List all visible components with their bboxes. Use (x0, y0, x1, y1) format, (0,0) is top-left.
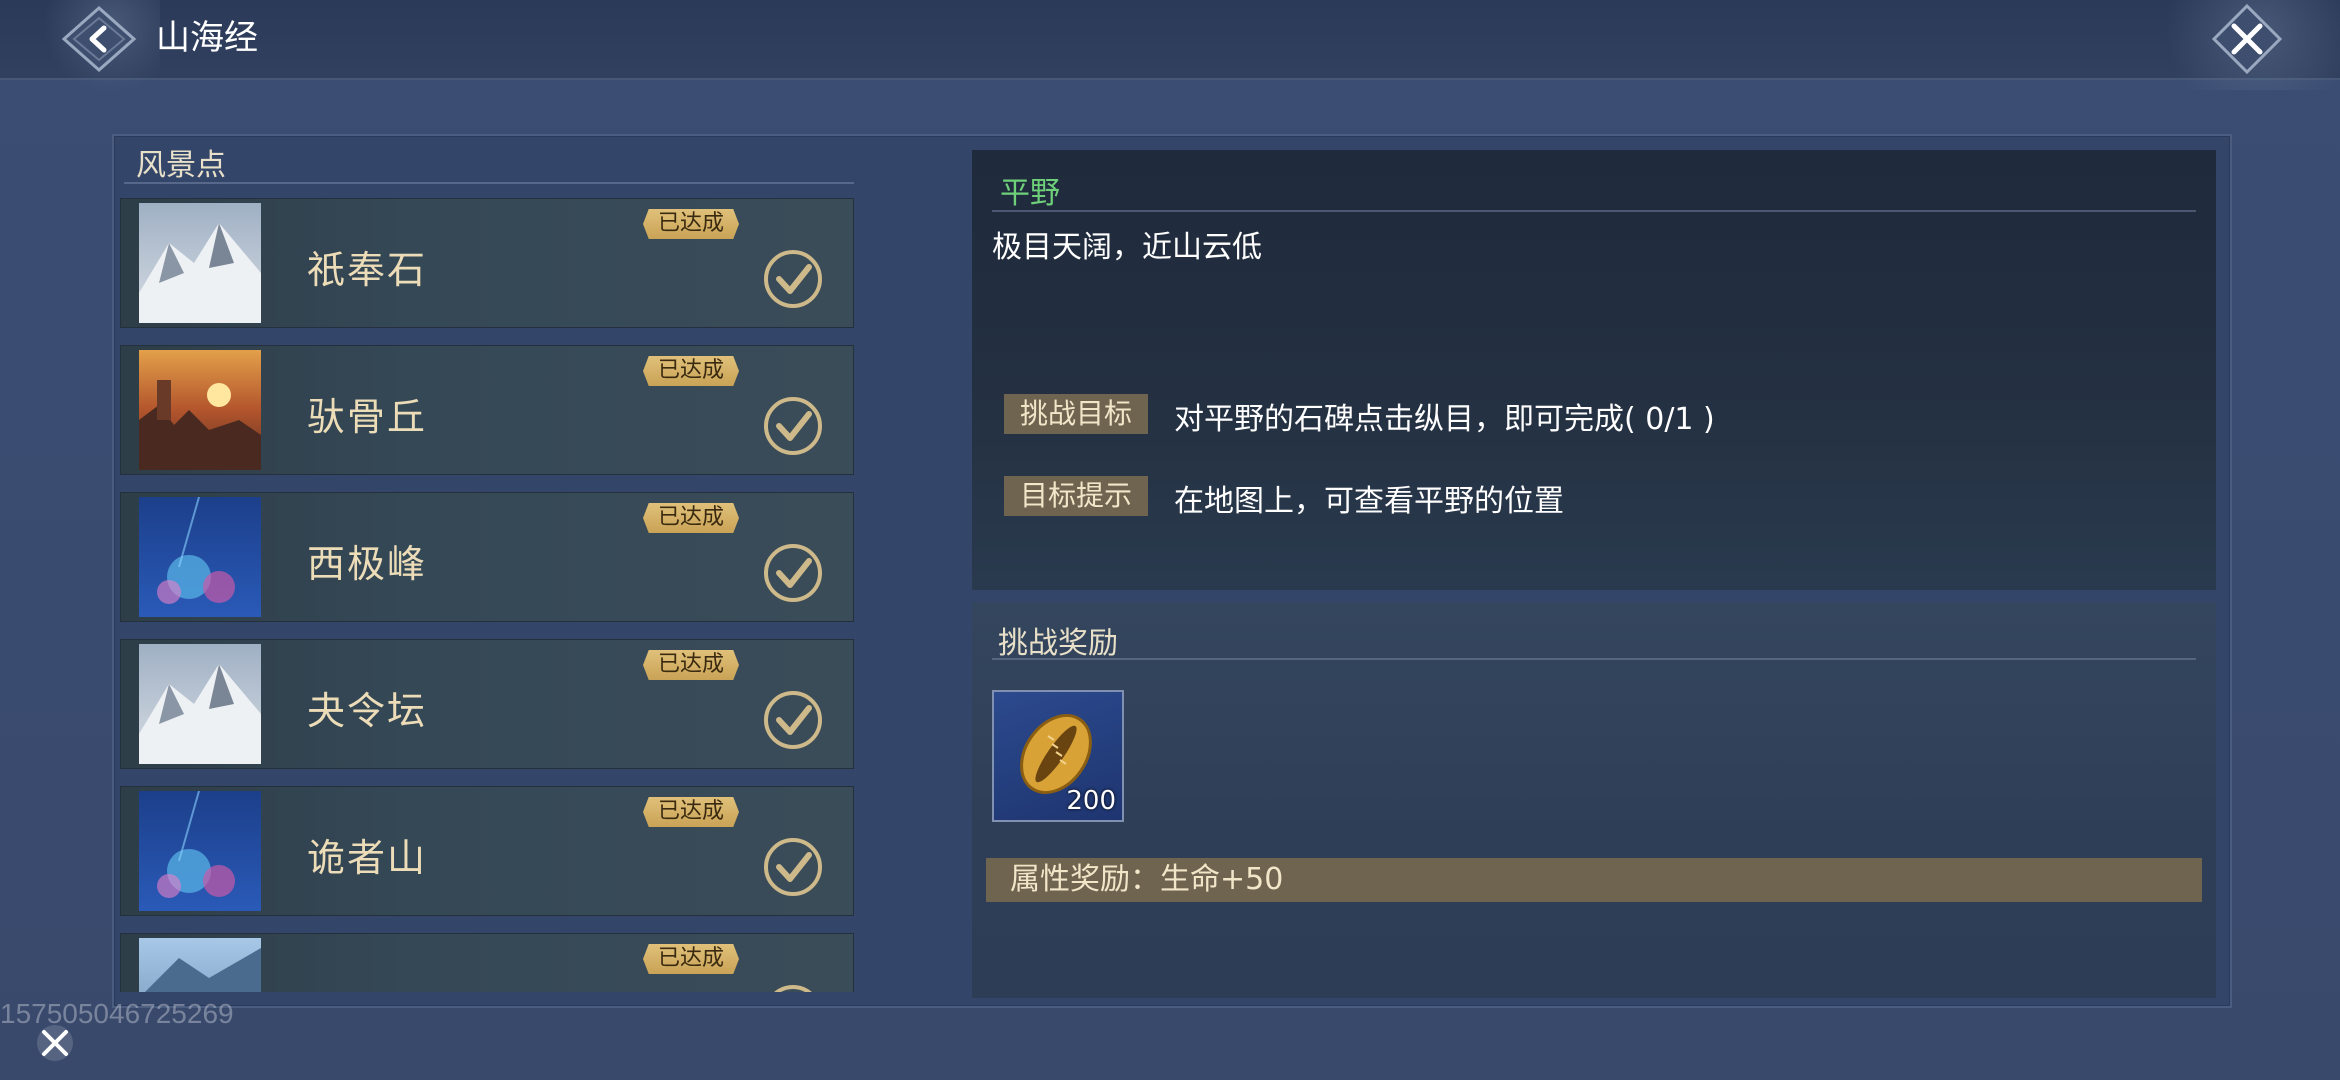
divider (124, 182, 854, 184)
goal-label: 挑战目标 (1004, 394, 1148, 434)
list-item[interactable]: 夬令坛 已达成 (120, 639, 854, 769)
goal-text: 对平野的石碑点击纵目，即可完成( 0/1 ) (1174, 402, 1715, 437)
scenic-list[interactable]: 祇奉石 已达成 驮骨丘 已达成 西极峰 已达成 夬令坛 已达成 诡者山 已达成 … (120, 198, 856, 992)
scenic-name: 西极峰 (307, 542, 428, 586)
check-icon (764, 838, 822, 896)
achieved-badge: 已达成 (643, 797, 739, 827)
sky-peak-thumbnail (139, 938, 261, 992)
scenic-spots-header: 风景点 (136, 148, 226, 183)
snow-mountain-thumbnail (139, 644, 261, 764)
hint-text: 在地图上，可查看平野的位置 (1174, 484, 1564, 519)
list-item[interactable]: 诡者山 已达成 (120, 786, 854, 916)
snow-mountain-thumbnail (139, 203, 261, 323)
swords-icon[interactable] (32, 1020, 78, 1066)
close-icon (2211, 3, 2283, 75)
scenic-name: 诡者山 (307, 836, 428, 880)
achieved-badge: 已达成 (643, 503, 739, 533)
achieved-badge: 已达成 (643, 944, 739, 974)
achieved-badge: 已达成 (643, 209, 739, 239)
attribute-reward-text: 属性奖励：生命+50 (1010, 862, 1284, 897)
list-item[interactable]: 西极峰 已达成 (120, 492, 854, 622)
divider (992, 210, 2196, 212)
reward-item-slot[interactable]: 200 (992, 690, 1124, 822)
top-bar (0, 0, 2340, 90)
close-button[interactable] (2210, 3, 2284, 75)
check-icon (764, 691, 822, 749)
list-item[interactable]: 祇奉石 已达成 (120, 198, 854, 328)
check-icon (764, 250, 822, 308)
scenic-name: 祇奉石 (307, 248, 428, 292)
scenic-name: 夬令坛 (307, 689, 428, 733)
detail-description: 极目天阔，近山云低 (992, 230, 1262, 265)
achieved-badge: 已达成 (643, 356, 739, 386)
reward-title: 挑战奖励 (998, 626, 1118, 661)
page-title: 山海经 (156, 18, 258, 58)
check-icon (774, 985, 812, 992)
blue-coral-thumbnail (139, 497, 261, 617)
back-icon (61, 5, 137, 73)
back-button[interactable] (58, 5, 140, 73)
check-icon (764, 544, 822, 602)
check-icon (764, 397, 822, 455)
scenic-name: 驮骨丘 (307, 395, 428, 439)
reward-count: 200 (1066, 786, 1116, 816)
list-item[interactable]: 驮骨丘 已达成 (120, 345, 854, 475)
reward-panel (972, 602, 2216, 998)
sunset-canyon-thumbnail (139, 350, 261, 470)
hint-label: 目标提示 (1004, 476, 1148, 516)
achieved-badge: 已达成 (643, 650, 739, 680)
detail-title: 平野 (1000, 176, 1060, 211)
blue-coral-thumbnail (139, 791, 261, 911)
detail-panel (972, 150, 2216, 590)
list-item[interactable]: 已达成 (120, 933, 854, 992)
divider (992, 658, 2196, 660)
